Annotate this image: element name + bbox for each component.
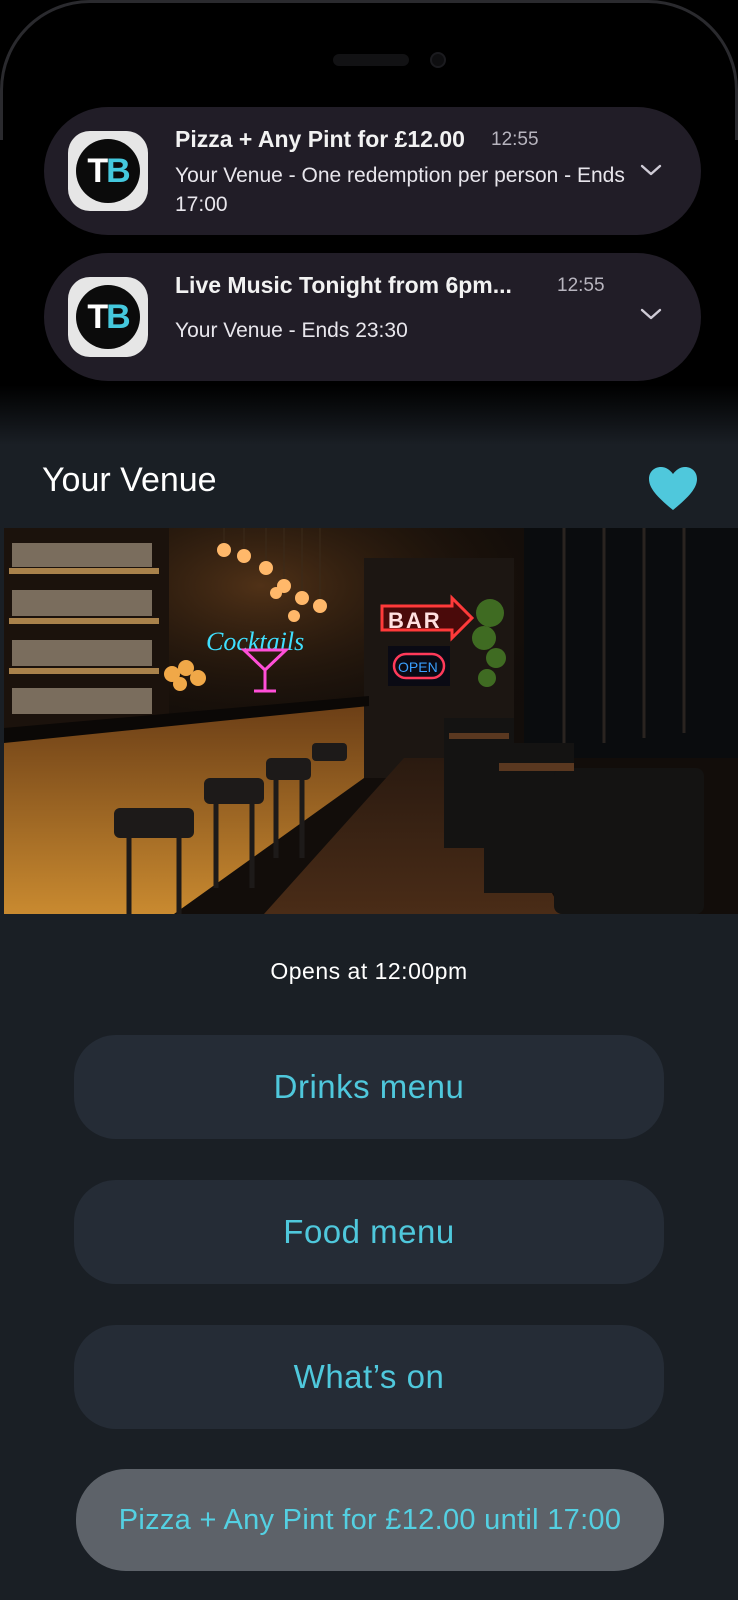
- earpiece-speaker: [333, 54, 409, 66]
- app-logo-letter-b: B: [106, 297, 131, 336]
- venue-photo: Cocktails BAR OPEN: [4, 528, 738, 914]
- notification-title: Live Music Tonight from 6pm...: [175, 272, 512, 298]
- app-logo-letter-t: T: [87, 151, 108, 190]
- notification-title: Pizza + Any Pint for £12.00: [175, 126, 465, 152]
- app-logo: TB: [76, 139, 140, 203]
- notification-body: Your Venue - Ends 23:30: [175, 319, 408, 342]
- opening-hours: Opens at 12:00pm: [270, 958, 468, 984]
- notification-event[interactable]: TB Live Music Tonight from 6pm... 12:55 …: [44, 253, 701, 381]
- app-icon: TB: [68, 277, 148, 357]
- app-logo-letter-t: T: [87, 297, 108, 336]
- notification-time: 12:55: [491, 129, 539, 150]
- chevron-down-icon[interactable]: [638, 301, 664, 327]
- chevron-down-icon[interactable]: [638, 157, 664, 183]
- bar-neon-text: BAR: [388, 608, 442, 633]
- notification-time: 12:55: [557, 275, 605, 296]
- app-logo-letter-b: B: [106, 151, 131, 190]
- front-camera: [430, 52, 446, 68]
- heart-icon[interactable]: [648, 466, 698, 512]
- offer-button[interactable]: Pizza + Any Pint for £12.00 until 17:00: [76, 1469, 664, 1571]
- whats-on-button[interactable]: What’s on: [74, 1325, 664, 1429]
- app-logo: TB: [76, 285, 140, 349]
- app-icon: TB: [68, 131, 148, 211]
- open-neon-sign: OPEN: [388, 646, 450, 686]
- food-menu-button[interactable]: Food menu: [74, 1180, 664, 1284]
- cocktails-neon-sign: Cocktails: [206, 627, 304, 656]
- drinks-menu-button[interactable]: Drinks menu: [74, 1035, 664, 1139]
- bar-interior-illustration: Cocktails BAR OPEN: [4, 528, 738, 914]
- venue-title: Your Venue: [42, 461, 217, 499]
- notification-body: Your Venue - One redemption per person -…: [175, 164, 625, 216]
- notification-offer[interactable]: TB Pizza + Any Pint for £12.00 12:55 You…: [44, 107, 701, 235]
- open-neon-text: OPEN: [398, 659, 438, 675]
- notification-fade: [0, 385, 738, 445]
